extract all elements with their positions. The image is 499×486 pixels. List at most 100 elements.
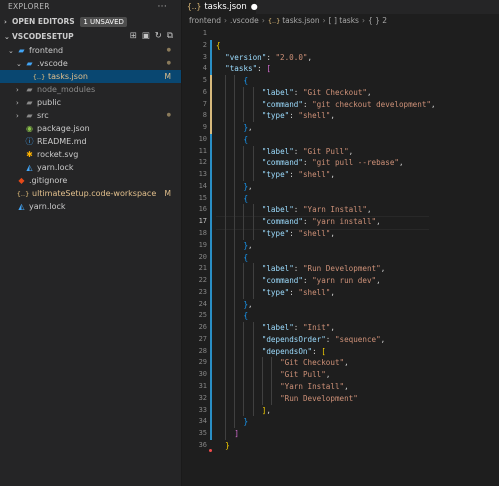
code-line-text: "Run Development" (280, 393, 358, 403)
tree-item[interactable]: ◭ yarn.lock (0, 200, 181, 213)
code-line[interactable]: 2{ (182, 39, 499, 52)
code-line-text: "label": "Yarn Install", (261, 205, 372, 215)
code-line[interactable]: 30 "Git Pull", (182, 369, 499, 381)
workspace-label: VSCODESETUP (12, 32, 74, 41)
breadcrumb-item[interactable]: .vscode (230, 16, 259, 25)
folder-icon: ▰ (26, 111, 33, 120)
line-number: 21 (198, 264, 207, 273)
code-line[interactable]: 25 { (182, 310, 499, 323)
unsaved-dot-icon[interactable]: ● (251, 2, 258, 11)
code-line[interactable]: 6 "label": "Git Checkout", (182, 86, 499, 99)
code-line-text: "type": "shell", (261, 287, 335, 297)
code-line[interactable]: 34 } (182, 416, 499, 429)
code-line[interactable]: 23 "type": "shell", (182, 286, 499, 299)
tree-item[interactable]: › ▰ public (0, 96, 181, 109)
code-line[interactable]: 3 "version": "2.0.0", (182, 51, 499, 64)
code-line[interactable]: 29 "Git Checkout", (182, 357, 499, 370)
code-line-text: ], (261, 405, 271, 415)
line-number: 12 (198, 158, 207, 167)
collapse-all-icon[interactable]: ⧉ (167, 29, 173, 44)
git-gutter-marker (210, 110, 212, 123)
code-line[interactable]: 15 { (182, 192, 499, 205)
code-line[interactable]: 11 "label": "Git Pull", (182, 145, 499, 158)
line-number: 9 (202, 123, 207, 132)
tree-item[interactable]: ⓘ README.md (0, 135, 181, 148)
code-line[interactable]: 35 ] (182, 428, 499, 440)
code-line[interactable]: 5 { (182, 75, 499, 87)
code-line[interactable]: 26 "label": "Init", (182, 322, 499, 334)
line-number: 18 (198, 229, 207, 238)
code-line[interactable]: 22 "command": "yarn run dev", (182, 275, 499, 287)
new-file-icon[interactable]: ⊞ (130, 29, 137, 44)
code-line-text: }, (243, 181, 253, 191)
tree-item[interactable]: ◆ .gitignore (0, 174, 181, 187)
workspace-section[interactable]: ⌄ VSCODESETUP ⊞ ▣ ↻ ⧉ (0, 29, 181, 44)
line-number: 27 (198, 334, 207, 343)
tree-item[interactable]: ⌄ ▰ .vscode ● (0, 57, 181, 70)
code-line[interactable]: 10 { (182, 133, 499, 146)
tree-item[interactable]: ⌄ ▰ frontend ● (0, 44, 181, 57)
line-number: 13 (198, 170, 207, 179)
code-line[interactable]: 33 ], (182, 404, 499, 417)
code-line-text: "label": "Git Pull", (261, 146, 354, 156)
chevron-right-icon: › (261, 16, 265, 25)
ellipsis-icon[interactable]: ··· (158, 0, 167, 14)
code-line-text: { (216, 40, 221, 50)
yarn-file-icon: ◭ (26, 163, 33, 172)
code-line[interactable]: 24 }, (182, 298, 499, 311)
code-line[interactable]: 19 }, (182, 239, 499, 252)
code-line[interactable]: 27 "dependsOrder": "sequence", (182, 333, 499, 346)
git-gutter-marker (210, 380, 212, 393)
folder-icon: ▰ (26, 85, 33, 94)
breadcrumb-item[interactable]: [ ] tasks (329, 16, 359, 25)
line-number: 26 (198, 323, 207, 332)
code-line[interactable]: 18 "type": "shell", (182, 228, 499, 240)
code-line[interactable]: 13 "type": "shell", (182, 169, 499, 181)
git-gutter-marker (210, 263, 212, 276)
code-line[interactable]: 12 "command": "git pull --rebase", (182, 157, 499, 170)
code-line-text: "type": "shell", (261, 170, 335, 180)
code-editor[interactable]: 1 2{3 "version": "2.0.0", 4 "tasks": [5 {6… (182, 28, 499, 452)
open-editors-section[interactable]: › OPEN EDITORS 1 UNSAVED (0, 14, 181, 29)
code-line[interactable]: 32 "Run Development" (182, 392, 499, 405)
line-number: 23 (198, 287, 207, 296)
code-line[interactable]: 8 "type": "shell", (182, 110, 499, 123)
tree-item-label: public (37, 98, 62, 107)
code-line[interactable]: 20 { (182, 251, 499, 264)
breadcrumb-item[interactable]: { } 2 (368, 16, 387, 25)
new-folder-icon[interactable]: ▣ (142, 29, 150, 44)
git-gutter-marker (210, 157, 212, 170)
tab-tasks-json[interactable]: {..} tasks.json ● (182, 0, 258, 14)
tree-item[interactable]: {..} ultimateSetup.code-workspace M (0, 187, 181, 200)
code-line-text: "label": "Git Checkout", (261, 87, 372, 97)
tab-bar: {..} tasks.json ● (182, 0, 499, 14)
code-line[interactable]: 16 "label": "Yarn Install", (182, 204, 499, 217)
code-line[interactable]: 1 (182, 28, 499, 40)
code-line[interactable]: 14 }, (182, 180, 499, 193)
modified-dot-icon: ● (166, 47, 171, 53)
unsaved-badge: 1 UNSAVED (80, 17, 127, 27)
line-number: 25 (198, 311, 207, 320)
code-line[interactable]: 21 "label": "Run Development", (182, 263, 499, 276)
breadcrumb-item[interactable]: tasks.json (282, 16, 319, 25)
breadcrumb-item[interactable]: frontend (189, 16, 221, 25)
line-number: 1 (202, 29, 207, 37)
folder-open-icon: ▰ (18, 46, 25, 55)
git-gutter-marker (210, 63, 212, 76)
tree-item[interactable]: ✱ rocket.svg (0, 148, 181, 161)
tree-item[interactable]: › ▰ node_modules (0, 83, 181, 96)
code-line[interactable]: 36 } (182, 440, 499, 452)
tree-item[interactable]: ◉ package.json (0, 122, 181, 135)
tree-item[interactable]: › ▰ src ● (0, 109, 181, 122)
code-line[interactable]: 9 }, (182, 122, 499, 134)
code-line[interactable]: 7 "command": "git checkout development", (182, 98, 499, 111)
tree-item[interactable]: {..} tasks.json M (0, 70, 181, 83)
code-line[interactable]: 28 "dependsOn": [ (182, 345, 499, 358)
code-line[interactable]: 31 "Yarn Install", (182, 380, 499, 393)
code-line[interactable]: 4 "tasks": [ (182, 63, 499, 76)
explorer-header: EXPLORER ··· (0, 0, 181, 14)
git-gutter-marker (210, 169, 212, 181)
tree-item[interactable]: ◭ yarn.lock (0, 161, 181, 174)
code-line[interactable]: 17 "command": "yarn install", (182, 216, 499, 231)
refresh-icon[interactable]: ↻ (155, 29, 162, 44)
